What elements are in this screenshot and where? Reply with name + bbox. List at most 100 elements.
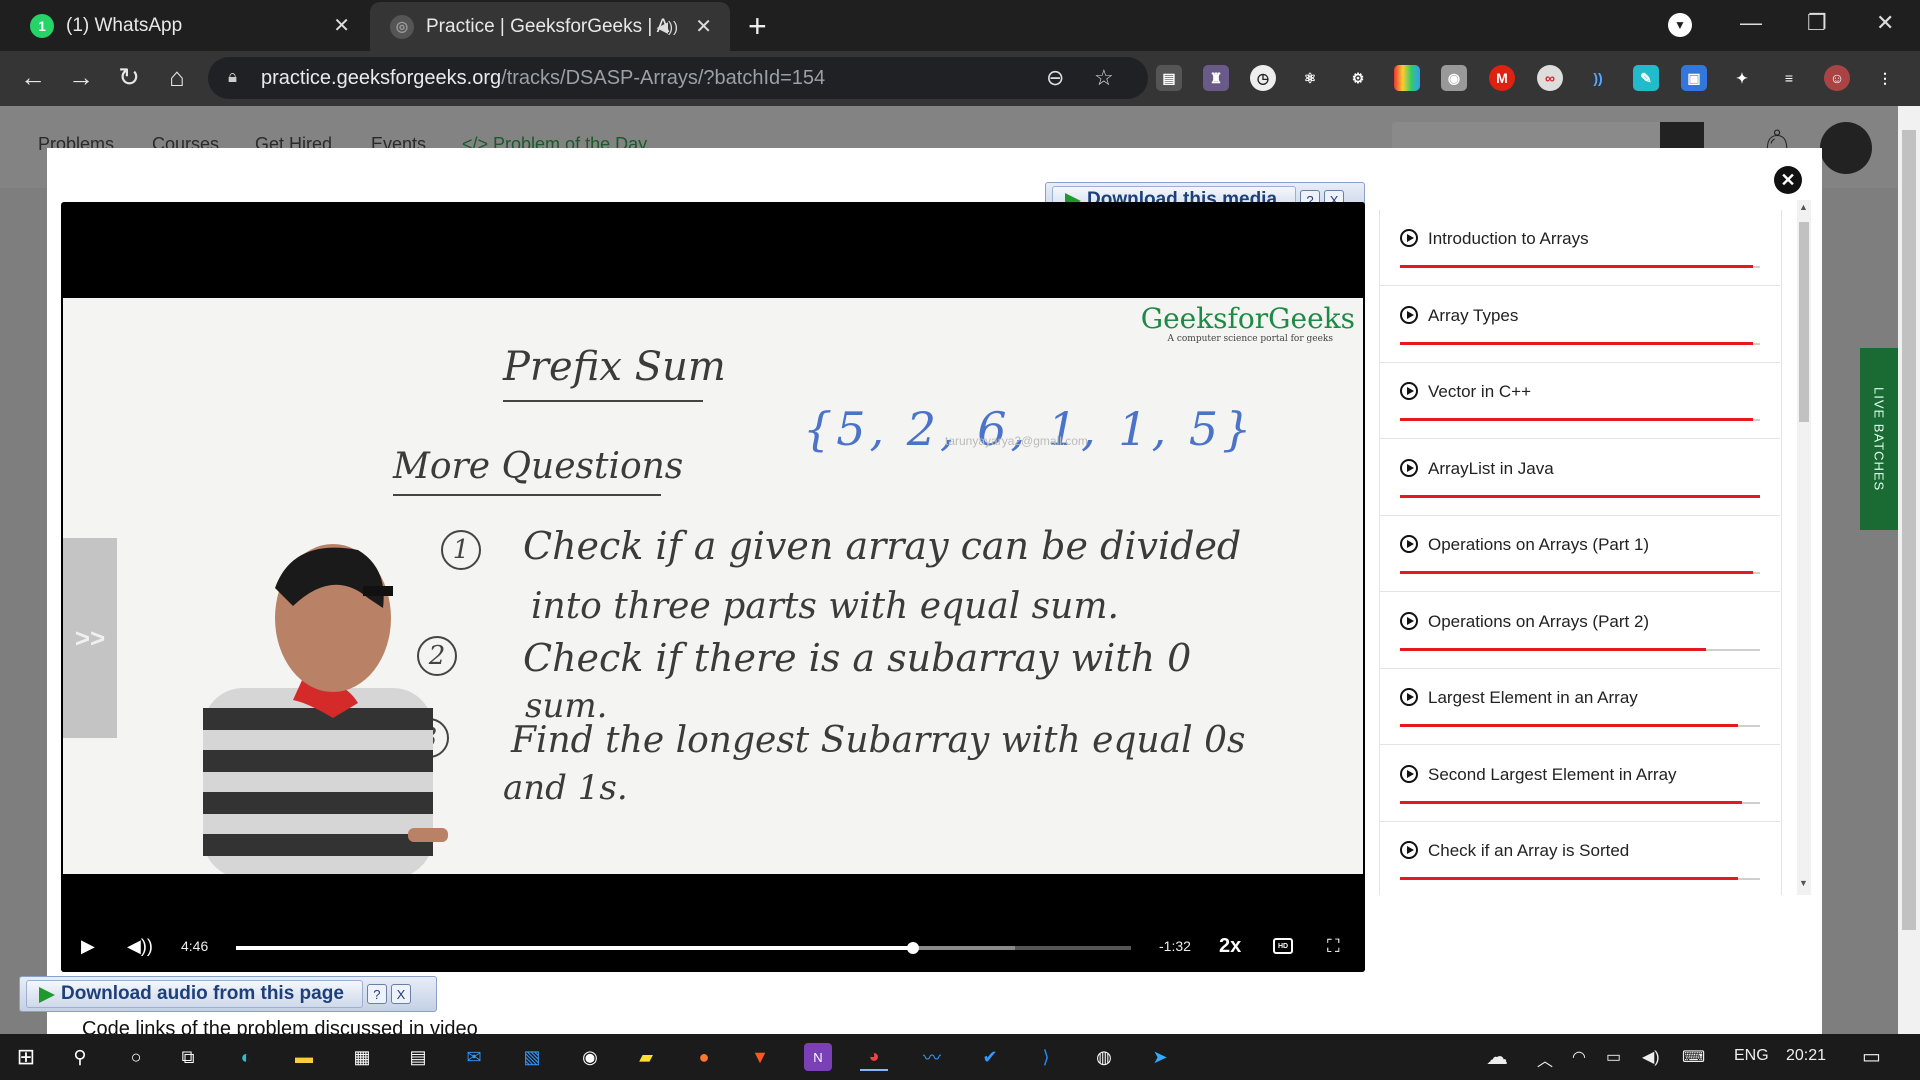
cortana-icon[interactable]: ○ <box>122 1043 150 1071</box>
file-explorer-icon[interactable]: ▬ <box>290 1043 318 1071</box>
close-tab-icon[interactable]: ✕ <box>333 13 350 38</box>
telegram-icon[interactable]: ➤ <box>1146 1043 1174 1071</box>
store-icon[interactable]: ▦ <box>348 1043 376 1071</box>
media-queue-icon[interactable]: ≡ <box>1776 65 1802 91</box>
home-icon[interactable]: ⌂ <box>160 62 194 93</box>
vscode-icon[interactable]: ⟩ <box>1032 1043 1060 1071</box>
extension-screen-icon[interactable]: ▣ <box>1681 65 1707 91</box>
playlist-item[interactable]: Array Types <box>1380 287 1780 363</box>
download-close-button[interactable]: X <box>390 984 411 1004</box>
extension-clock-icon[interactable]: ◷ <box>1250 65 1276 91</box>
watch-progress-bar <box>1400 647 1760 651</box>
reload-icon[interactable]: ↻ <box>112 62 146 93</box>
playlist-scroll-thumb[interactable] <box>1799 222 1809 422</box>
close-tab-icon[interactable]: ✕ <box>695 14 712 39</box>
notifications-icon[interactable]: ▭ <box>1862 1044 1881 1069</box>
playlist-item[interactable]: Operations on Arrays (Part 2) <box>1380 593 1780 669</box>
sticky-notes-icon[interactable]: ▰ <box>632 1043 660 1071</box>
live-batches-tab[interactable]: LIVE BATCHES <box>1860 348 1898 530</box>
network-icon[interactable]: ◠ <box>1572 1047 1586 1067</box>
scroll-down-icon[interactable]: ▼ <box>1799 878 1808 888</box>
battery-icon[interactable]: ▭ <box>1606 1047 1621 1067</box>
playlist-item[interactable]: Check if an Array is Sorted <box>1380 822 1780 895</box>
extension-gear-icon[interactable]: ⚙ <box>1345 65 1371 91</box>
github-icon[interactable]: ◍ <box>1090 1043 1118 1071</box>
hd-quality-button[interactable]: HD <box>1273 938 1293 954</box>
volume-tray-icon[interactable]: ◀) <box>1642 1047 1660 1067</box>
fullscreen-icon[interactable]: ⛶ <box>1327 936 1340 957</box>
volume-icon[interactable]: ◀)) <box>127 936 153 957</box>
mail-icon[interactable]: ✉ <box>460 1043 488 1071</box>
playlist-toggle-handle[interactable]: >> <box>63 538 117 738</box>
watch-progress-bar <box>1400 877 1760 880</box>
media-player-icon[interactable]: ◉ <box>576 1043 604 1071</box>
page-scrollbar[interactable] <box>1898 106 1920 1034</box>
play-button-icon[interactable]: ▶ <box>81 936 95 957</box>
zoom-icon[interactable]: ⊖ <box>1046 65 1064 91</box>
todo-icon[interactable]: ✔ <box>976 1043 1004 1071</box>
playback-speed-button[interactable]: 2x <box>1219 935 1241 958</box>
close-window-button[interactable]: ✕ <box>1876 10 1894 36</box>
calculator-icon[interactable]: ▤ <box>404 1043 432 1071</box>
playlist-item[interactable]: Largest Element in an Array <box>1380 669 1780 745</box>
question-text: Check if a given array can be divided <box>523 524 1242 568</box>
back-icon[interactable]: ← <box>16 62 50 93</box>
seek-handle[interactable] <box>906 942 919 954</box>
extension-pen-icon[interactable]: ✎ <box>1633 65 1659 91</box>
tray-chevron-icon[interactable]: ︿ <box>1537 1047 1553 1071</box>
playlist-item[interactable]: Introduction to Arrays <box>1380 210 1780 286</box>
onenote-icon[interactable]: N <box>804 1043 832 1071</box>
firefox-icon[interactable]: ● <box>690 1043 718 1071</box>
extensions-puzzle-icon[interactable]: ✦ <box>1729 65 1755 91</box>
video-player[interactable]: GeeksforGeeks A computer science portal … <box>61 202 1365 972</box>
forward-icon[interactable]: → <box>64 62 98 93</box>
extension-mail-icon[interactable]: M <box>1489 65 1515 91</box>
playlist-item[interactable]: Operations on Arrays (Part 1) <box>1380 516 1780 592</box>
download-help-button[interactable]: ? <box>366 984 387 1004</box>
modal-close-button[interactable]: ✕ <box>1774 166 1802 194</box>
search-icon[interactable]: ⚲ <box>66 1043 94 1071</box>
brave-icon[interactable]: ▼ <box>746 1043 774 1071</box>
extension-color-icon[interactable] <box>1394 65 1420 91</box>
extension-react-icon[interactable]: ⚛ <box>1297 65 1323 91</box>
tab-whatsapp[interactable]: 1 (1) WhatsApp ✕ <box>0 0 368 51</box>
seek-bar[interactable] <box>236 942 1131 954</box>
address-bar[interactable]: 🔒︎ practice.geeksforgeeks.org/tracks/DSA… <box>208 57 1148 99</box>
extension-wave-icon[interactable]: )) <box>1585 65 1611 91</box>
extension-bookmark-icon[interactable]: ♜ <box>1203 65 1229 91</box>
keyboard-icon[interactable]: ⌨ <box>1682 1047 1705 1067</box>
playlist-item[interactable]: Second Largest Element in Array <box>1380 746 1780 822</box>
windows-start-icon[interactable]: ⊞ <box>12 1043 40 1071</box>
tab-search-icon[interactable]: ▼ <box>1668 13 1692 37</box>
extension-cart-icon[interactable]: ▤ <box>1156 65 1182 91</box>
download-audio-button[interactable]: Download audio from this page <box>26 980 363 1008</box>
playlist-scrollbar[interactable]: ▲ ▼ <box>1797 200 1811 895</box>
watch-progress-fill <box>1400 647 1706 651</box>
watch-progress-fill <box>1400 341 1753 345</box>
input-language[interactable]: ENG <box>1734 1047 1769 1065</box>
minimize-button[interactable]: — <box>1740 10 1762 36</box>
chrome-icon[interactable]: ◕ <box>860 1043 888 1071</box>
task-view-icon[interactable]: ⧉ <box>174 1043 202 1071</box>
playlist-item[interactable]: Vector in C++ <box>1380 363 1780 439</box>
photos-icon[interactable]: ▧ <box>518 1043 546 1071</box>
extension-glasses-icon[interactable]: ∞ <box>1537 65 1563 91</box>
mute-tab-icon[interactable]: ◀)) <box>656 18 678 36</box>
watch-progress-bar <box>1400 418 1760 421</box>
user-avatar[interactable] <box>1820 122 1872 174</box>
edge-icon[interactable]: ◐ <box>232 1043 260 1071</box>
play-circle-icon <box>1400 688 1418 706</box>
whiteboard-icon[interactable]: 〰 <box>918 1043 946 1071</box>
playlist-item[interactable]: ArrayList in Java <box>1380 440 1780 516</box>
clock[interactable]: 20:21 <box>1786 1047 1826 1065</box>
new-tab-button[interactable]: + <box>748 8 767 45</box>
weather-icon[interactable]: ☁ <box>1486 1044 1508 1070</box>
extension-camera-icon[interactable]: ◉ <box>1441 65 1467 91</box>
bookmark-star-icon[interactable]: ☆ <box>1094 65 1114 91</box>
tab-geeksforgeeks[interactable]: ◎ Practice | GeeksforGeeks | A ◀)) ✕ <box>370 2 730 51</box>
profile-avatar[interactable]: ☺ <box>1824 65 1850 91</box>
browser-menu-icon[interactable]: ⋮ <box>1872 65 1898 91</box>
elapsed-time: 4:46 <box>181 938 209 954</box>
scroll-up-icon[interactable]: ▲ <box>1799 202 1808 212</box>
restore-button[interactable]: ❐ <box>1807 10 1827 36</box>
